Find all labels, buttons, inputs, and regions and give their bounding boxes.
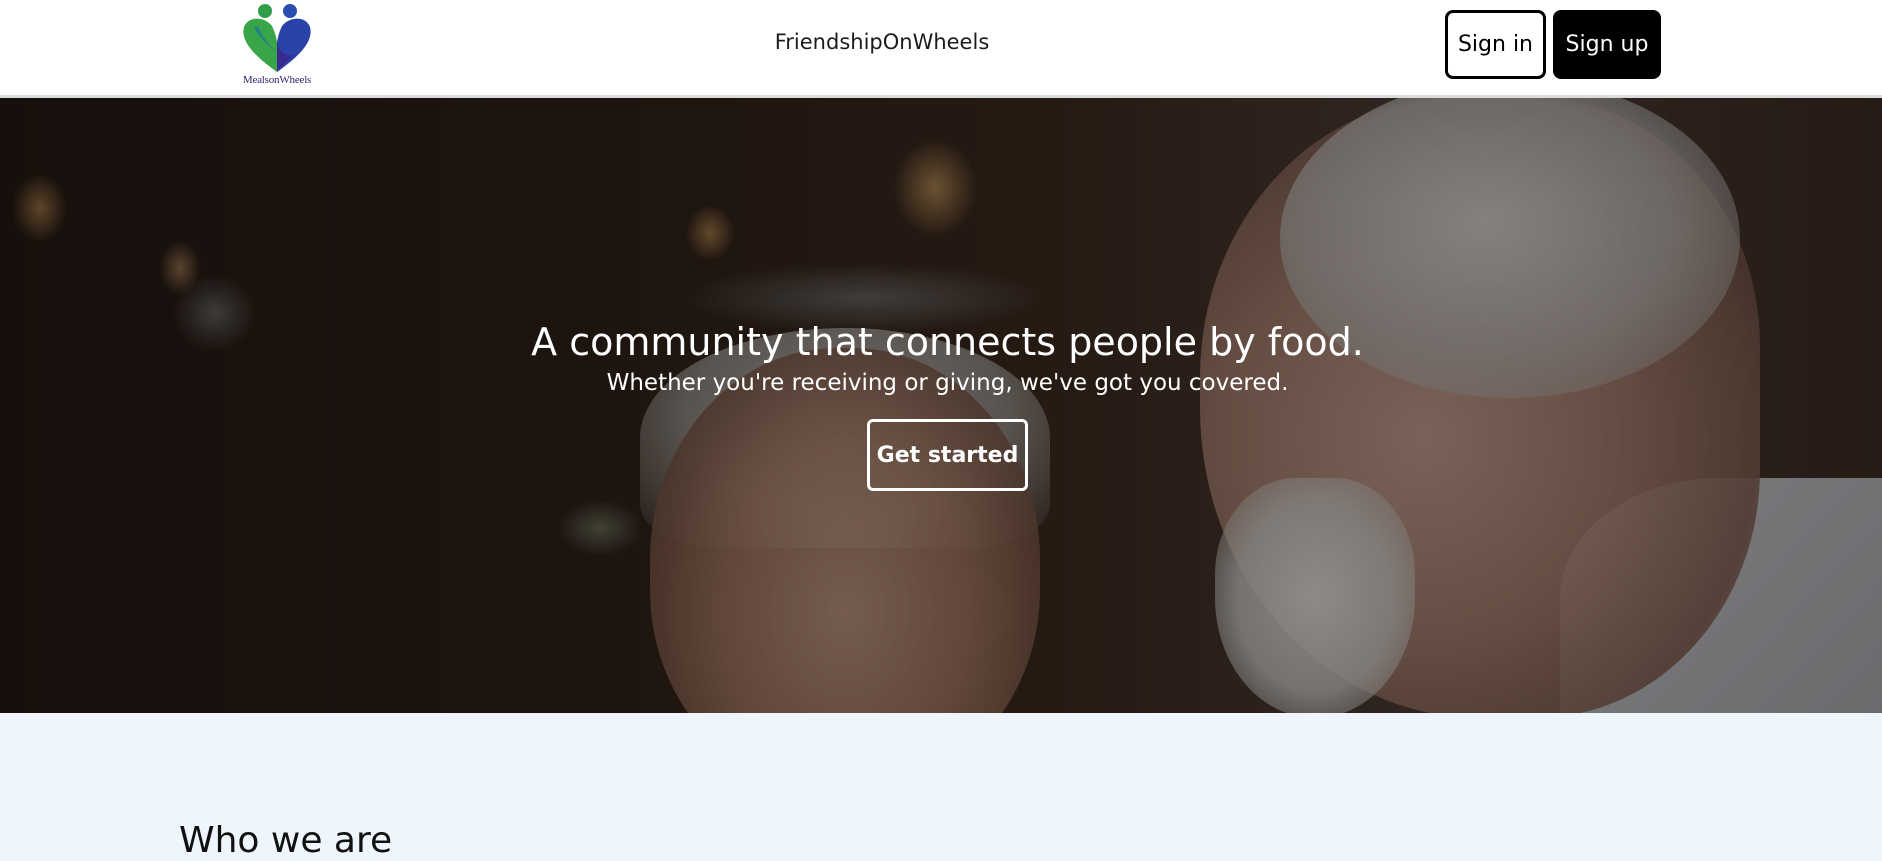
who-we-are-heading: Who we are [179,820,393,861]
logo-text: MealsonWheels [242,74,312,86]
hero-subtitle: Whether you're receiving or giving, we'v… [606,370,1289,396]
hero-banner: A community that connects people by food… [0,98,1882,713]
navbar: MealsonWheels FriendshipOnWheels Sign in… [0,0,1882,98]
sign-up-button[interactable]: Sign up [1553,10,1661,79]
sign-in-button[interactable]: Sign in [1445,10,1546,79]
get-started-button[interactable]: Get started [867,419,1028,491]
brand-name[interactable]: FriendshipOnWheels [700,30,1064,54]
logo[interactable]: MealsonWheels [234,2,320,88]
hero-title: A community that connects people by food… [531,320,1364,364]
heart-people-logo-icon [243,4,311,72]
hero-overlay [0,98,1882,713]
